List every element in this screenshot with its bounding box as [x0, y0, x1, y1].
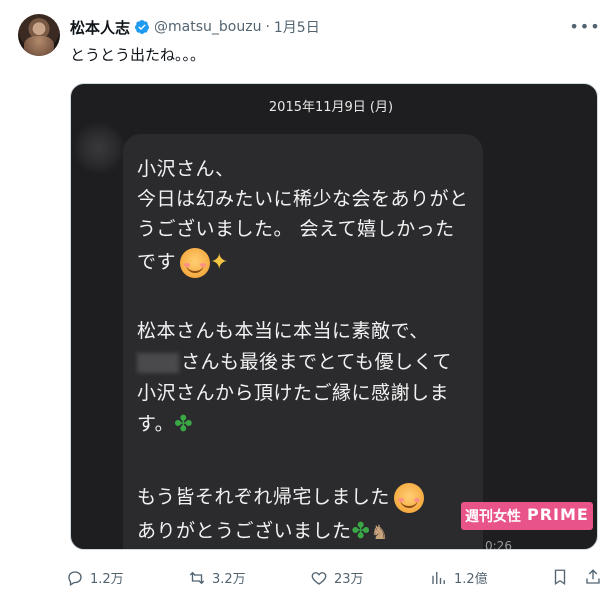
chat-line: 小沢さん、	[137, 158, 235, 180]
sparkles-emoji-icon: ✦	[210, 250, 229, 275]
watermark-text: 週刊女性	[461, 502, 525, 530]
views-count: 1.2億	[454, 572, 488, 587]
repost-button[interactable]: 3.2万	[188, 568, 246, 587]
chat-timestamp: 0:26	[485, 539, 512, 550]
chat-line: 小沢さんから頂けたご縁に感謝しま	[137, 382, 450, 404]
four-leaf-clover-emoji-icon: ✤	[351, 519, 371, 544]
bookmark-button[interactable]	[551, 568, 569, 586]
tweet-media-image[interactable]: 2015年11月9日 (月) 小沢さん、 今日は幻みたいに稀少な会をありがと う…	[70, 83, 598, 550]
share-button[interactable]	[584, 568, 602, 586]
like-button[interactable]: 23万	[310, 568, 364, 587]
separator-dot: ·	[265, 19, 270, 35]
avatar-figure	[24, 36, 54, 56]
views-button[interactable]: 1.2億	[430, 568, 488, 587]
chat-line: 松本さんも本当に本当に素敵で、	[137, 320, 429, 342]
chat-line-with-emoji: す。✤	[137, 409, 193, 437]
reply-count: 1.2万	[90, 572, 124, 587]
tweet-header: 松本人志 @matsu_bouzu · 1月5日	[70, 16, 320, 38]
tweet-date[interactable]: 1月5日	[274, 17, 320, 37]
tweet-text: とうとう出たね。。。	[70, 46, 206, 64]
repost-icon	[189, 571, 205, 584]
action-bar: 1.2万 3.2万 23万 1.2億	[66, 568, 606, 592]
views-chart-icon	[432, 571, 445, 584]
share-icon	[586, 569, 600, 584]
chat-date-header: 2015年11月9日 (月)	[268, 100, 394, 115]
heart-icon	[311, 571, 327, 585]
chat-line: うございました。 会えて嬉しかった	[137, 218, 455, 240]
verified-badge-icon	[135, 20, 150, 34]
chat-line: ありがとうございました	[137, 520, 352, 542]
more-options-icon[interactable]: •••	[569, 14, 599, 38]
avatar[interactable]	[18, 14, 60, 56]
chat-line: です	[137, 251, 177, 273]
chat-line: す。	[137, 413, 175, 435]
four-leaf-clover-emoji-icon: ✤	[174, 412, 194, 437]
smiling-face-emoji-icon	[393, 482, 424, 513]
blurred-sender-avatar	[75, 124, 123, 172]
redacted-name-blur	[137, 352, 179, 373]
watermark-brand: PRIME	[525, 502, 593, 530]
reply-icon	[68, 570, 82, 586]
chat-line: もう皆それぞれ帰宅しました	[137, 486, 390, 508]
chat-line-with-emoji: です ✦	[137, 247, 229, 278]
cat-emoji-icon: ♞	[370, 519, 389, 544]
smiling-face-emoji-icon	[180, 247, 211, 278]
repost-count: 3.2万	[212, 572, 246, 587]
chat-line-with-redaction: さんも最後までとても優しくて	[137, 347, 452, 374]
chat-line-with-emoji: もう皆それぞれ帰宅しました	[137, 482, 424, 513]
chat-line: 今日は幻みたいに稀少な会をありがと	[137, 188, 469, 210]
chat-line-with-emoji: ありがとうございました✤♞	[137, 516, 389, 544]
author-display-name[interactable]: 松本人志	[70, 17, 130, 38]
like-count: 23万	[334, 572, 364, 587]
chat-line: さんも最後までとても優しくて	[181, 351, 452, 373]
tweet: 松本人志 @matsu_bouzu · 1月5日 ••• とうとう出たね。。。 …	[0, 0, 611, 611]
author-handle[interactable]: @matsu_bouzu	[154, 19, 261, 35]
reply-button[interactable]: 1.2万	[66, 568, 124, 587]
bookmark-icon	[554, 569, 566, 586]
watermark-logo: 週刊女性 PRIME	[461, 502, 593, 530]
